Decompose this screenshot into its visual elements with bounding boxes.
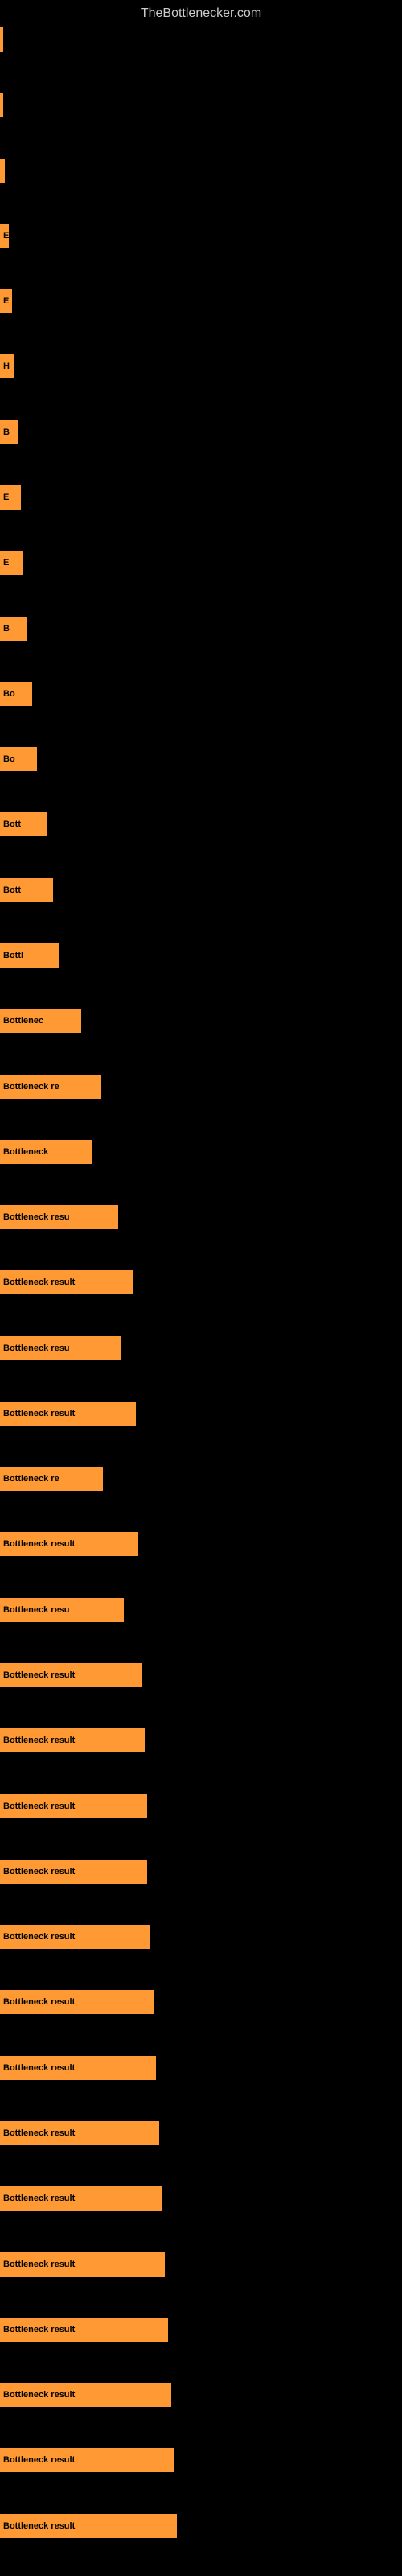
bar-row: Bottlenec: [0, 1005, 402, 1036]
bar-fill: Bottleneck re: [0, 1075, 100, 1099]
bar-fill: Bottleneck re: [0, 1467, 103, 1491]
bar-row: [0, 24, 402, 55]
bar-row: Bottleneck result: [0, 1725, 402, 1756]
bar-fill: Bottleneck result: [0, 2448, 174, 2472]
bar-fill: Bottleneck result: [0, 1925, 150, 1949]
bar-row: Bottleneck result: [0, 2118, 402, 2149]
bar-fill: [0, 159, 5, 183]
bar-row: Bottleneck result: [0, 1398, 402, 1429]
bar-fill: Bottleneck result: [0, 2318, 168, 2342]
bar-fill: E: [0, 485, 21, 510]
bar-row: B: [0, 417, 402, 448]
bar-row: Bottleneck result: [0, 2445, 402, 2475]
bar-fill: Bottleneck result: [0, 1402, 136, 1426]
bar-fill: Bo: [0, 747, 37, 771]
bar-row: Bottleneck result: [0, 2053, 402, 2083]
bar-row: B: [0, 613, 402, 644]
bar-row: Bott: [0, 875, 402, 906]
bar-fill: H: [0, 354, 14, 378]
bar-fill: Bottleneck result: [0, 1728, 145, 1752]
bar-fill: E: [0, 224, 9, 248]
bar-fill: Bottleneck result: [0, 2186, 162, 2211]
bar-row: Bottleneck: [0, 1137, 402, 1167]
bar-fill: B: [0, 420, 18, 444]
bar-row: Bottleneck result: [0, 1922, 402, 1952]
bar-fill: E: [0, 551, 23, 575]
bar-fill: Bottleneck result: [0, 1270, 133, 1294]
bar-fill: Bottleneck resu: [0, 1205, 118, 1229]
bar-row: Bo: [0, 679, 402, 709]
bar-row: Bottleneck result: [0, 1267, 402, 1298]
bar-fill: Bott: [0, 812, 47, 836]
bar-row: Bottleneck result: [0, 2249, 402, 2280]
bar-row: Bottleneck resu: [0, 1202, 402, 1232]
bar-row: Bottleneck resu: [0, 1333, 402, 1364]
site-title: TheBottlenecker.com: [0, 0, 402, 27]
bar-row: Bottleneck result: [0, 1856, 402, 1887]
bar-row: E: [0, 221, 402, 251]
bar-fill: Bottleneck result: [0, 1990, 154, 2014]
bar-row: [0, 155, 402, 186]
bar-fill: Bottleneck resu: [0, 1336, 121, 1360]
bar-row: Bottleneck result: [0, 2380, 402, 2410]
bar-fill: Bott: [0, 878, 53, 902]
bar-row: Bottleneck result: [0, 2183, 402, 2214]
bar-row: Bo: [0, 744, 402, 774]
bar-row: [0, 89, 402, 120]
bar-fill: Bottleneck result: [0, 1663, 142, 1687]
bar-fill: Bo: [0, 682, 32, 706]
bar-row: Bottl: [0, 940, 402, 971]
bar-fill: Bottleneck resu: [0, 1598, 124, 1622]
bar-row: Bottleneck result: [0, 2511, 402, 2541]
bar-row: Bottleneck result: [0, 1987, 402, 2017]
bar-fill: Bottleneck result: [0, 2514, 177, 2538]
bar-fill: Bottleneck result: [0, 2121, 159, 2145]
bar-row: Bottleneck result: [0, 2314, 402, 2345]
bar-fill: E: [0, 289, 12, 313]
bar-row: E: [0, 482, 402, 513]
bar-fill: B: [0, 617, 27, 641]
bar-fill: [0, 27, 3, 52]
bar-fill: Bottleneck result: [0, 2383, 171, 2407]
bar-fill: Bottlenec: [0, 1009, 81, 1033]
bar-row: Bottleneck re: [0, 1463, 402, 1494]
bar-row: E: [0, 547, 402, 578]
bar-row: Bottleneck result: [0, 1660, 402, 1690]
bar-row: E: [0, 286, 402, 316]
bar-row: Bottleneck result: [0, 1791, 402, 1822]
bar-row: Bott: [0, 809, 402, 840]
bar-fill: Bottleneck result: [0, 1860, 147, 1884]
bar-row: H: [0, 351, 402, 382]
bar-fill: Bottleneck: [0, 1140, 92, 1164]
bar-row: Bottleneck result: [0, 1529, 402, 1559]
bar-row: Bottleneck re: [0, 1071, 402, 1102]
bar-fill: Bottleneck result: [0, 1794, 147, 1818]
bar-fill: Bottleneck result: [0, 2056, 156, 2080]
bar-fill: Bottl: [0, 943, 59, 968]
bar-fill: Bottleneck result: [0, 2252, 165, 2277]
bar-row: Bottleneck resu: [0, 1595, 402, 1625]
bar-fill: Bottleneck result: [0, 1532, 138, 1556]
bar-fill: [0, 93, 3, 117]
